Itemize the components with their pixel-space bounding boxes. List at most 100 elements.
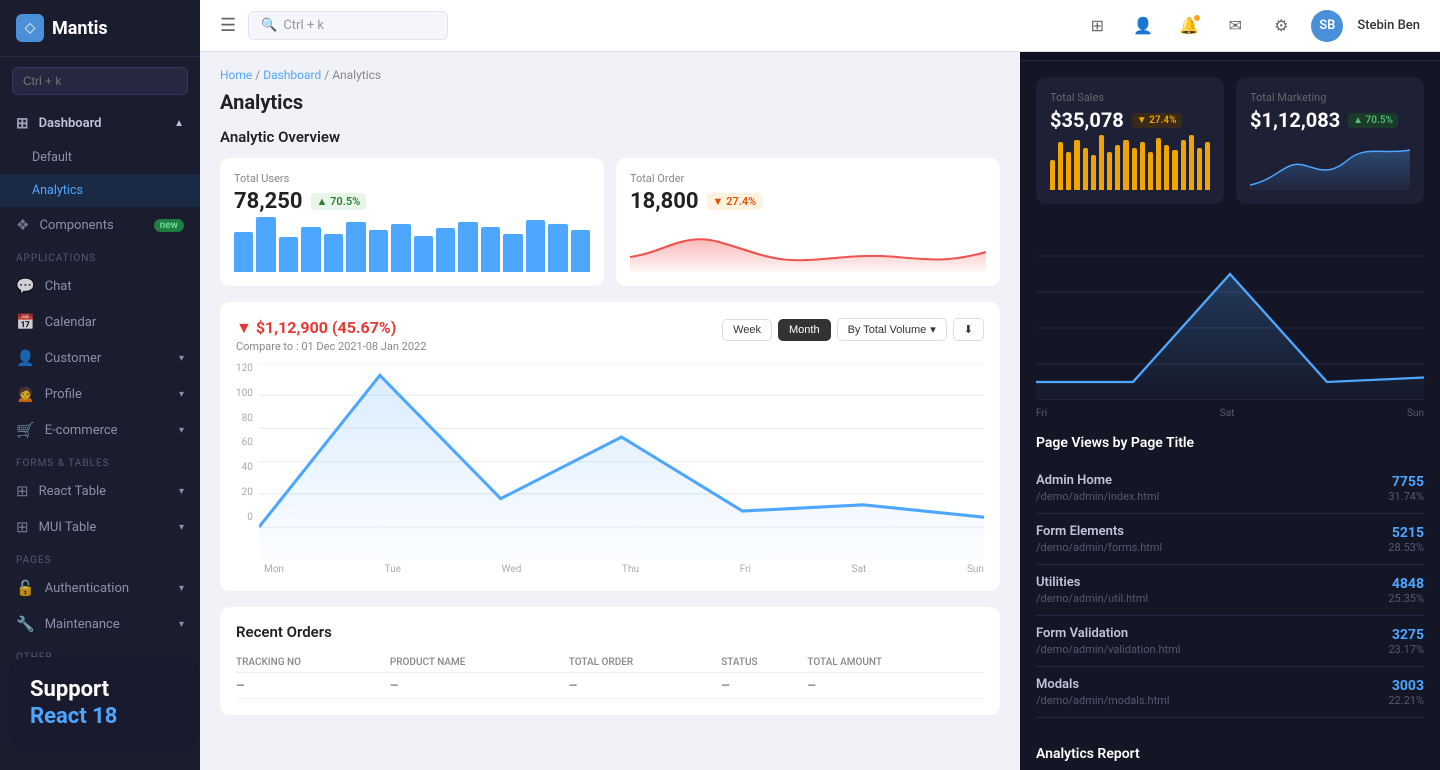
bar: [1091, 155, 1096, 190]
sidebar-item-authentication[interactable]: 🔓 Authentication ▾: [0, 570, 200, 606]
sidebar-item-default[interactable]: Default: [0, 141, 200, 174]
bar: [1074, 140, 1079, 190]
income-amount: ▼ $1,12,900 (45.67%): [236, 318, 426, 338]
sidebar-item-profile[interactable]: 🙍 Profile ▾: [0, 376, 200, 412]
download-button[interactable]: ⬇: [953, 318, 984, 341]
page-view-name: Utilities: [1036, 575, 1388, 590]
total-users-value: 78,250 ▲ 70.5%: [234, 189, 590, 214]
sidebar-item-ecommerce[interactable]: 🛒 E-commerce ▾: [0, 412, 200, 448]
bar: [1148, 152, 1153, 190]
section-applications: Applications: [0, 243, 200, 268]
page-view-name: Form Elements: [1036, 524, 1388, 539]
chevron-down-volume: ▾: [930, 323, 936, 336]
sidebar-item-calendar[interactable]: 📅 Calendar: [0, 304, 200, 340]
sidebar-customer-label: Customer: [45, 351, 102, 366]
bar: [1189, 135, 1194, 190]
apps-icon[interactable]: ⊞: [1081, 10, 1113, 42]
income-compare: Compare to : 01 Dec 2021-08 Jan 2022: [236, 340, 426, 353]
auth-icon: 🔓: [16, 579, 35, 597]
bar: [436, 228, 455, 272]
sidebar-item-react-table[interactable]: ⊞ React Table ▾: [0, 473, 200, 509]
profile-icon: 🙍: [16, 385, 35, 403]
mui-icon: ⊞: [16, 518, 29, 536]
breadcrumb: Home / Dashboard / Analytics: [220, 68, 1000, 82]
search-placeholder-text: Ctrl + k: [283, 18, 324, 33]
total-marketing-label: Total Marketing: [1250, 91, 1410, 104]
avatar[interactable]: SB: [1311, 10, 1343, 42]
total-users-label: Total Users: [234, 172, 590, 185]
week-button[interactable]: Week: [722, 319, 772, 341]
sidebar-mui-table-label: MUI Table: [39, 520, 97, 535]
page-view-count: 3003: [1388, 678, 1424, 694]
sidebar-item-components[interactable]: ❖ Components new: [0, 207, 200, 243]
volume-button[interactable]: By Total Volume ▾: [837, 318, 947, 341]
page-view-pct: 25.35%: [1388, 592, 1424, 605]
page-view-name: Admin Home: [1036, 473, 1388, 488]
analytics-report-title: Analytics Report: [1020, 734, 1440, 770]
chevron-down-icon-2: ▾: [179, 389, 184, 400]
sidebar-item-dashboard[interactable]: ⊞ Dashboard ▲: [0, 105, 200, 141]
mail-icon[interactable]: ✉: [1219, 10, 1251, 42]
col-tracking: TRACKING NO: [236, 653, 390, 673]
header-search[interactable]: 🔍 Ctrl + k: [248, 11, 448, 40]
profile-header-icon[interactable]: 👤: [1127, 10, 1159, 42]
dark-header: [1020, 52, 1440, 61]
settings-icon[interactable]: ⚙: [1265, 10, 1297, 42]
calendar-icon: 📅: [16, 313, 35, 331]
search-icon: 🔍: [261, 18, 277, 33]
chevron-down-icon-7: ▾: [179, 619, 184, 630]
sidebar-item-chat[interactable]: 💬 Chat: [0, 268, 200, 304]
section-pages: Pages: [0, 545, 200, 570]
breadcrumb-dashboard[interactable]: Dashboard: [263, 68, 321, 82]
page-view-info: Admin Home /demo/admin/index.html: [1036, 473, 1388, 503]
bar: [571, 230, 590, 272]
page-view-count: 4848: [1388, 576, 1424, 592]
bar: [481, 227, 500, 272]
orders-table: TRACKING NO PRODUCT NAME TOTAL ORDER STA…: [236, 653, 984, 699]
chevron-down-icon-4: ▾: [179, 486, 184, 497]
search-input[interactable]: [12, 67, 188, 95]
users-bar-chart: [234, 222, 590, 272]
sidebar-item-mui-table[interactable]: ⊞ MUI Table ▾: [0, 509, 200, 545]
page-views-list: Admin Home /demo/admin/index.html 7755 3…: [1036, 463, 1424, 718]
page-view-pct: 31.74%: [1388, 490, 1424, 503]
bar: [346, 222, 365, 272]
marketing-area-chart: [1250, 140, 1410, 190]
breadcrumb-home[interactable]: Home: [220, 68, 252, 82]
order-area-chart: [630, 222, 986, 272]
sidebar-profile-label: Profile: [45, 387, 82, 402]
header-left: ☰ 🔍 Ctrl + k: [220, 11, 448, 40]
sidebar-default-label: Default: [32, 150, 72, 165]
page-view-pct: 23.17%: [1388, 643, 1424, 656]
breadcrumb-current: Analytics: [332, 68, 381, 82]
dashboard-icon: ⊞: [16, 114, 29, 132]
page-view-info: Modals /demo/admin/modals.html: [1036, 677, 1388, 707]
sidebar-analytics-label: Analytics: [32, 183, 83, 198]
bar: [324, 234, 343, 272]
page-view-item: Admin Home /demo/admin/index.html 7755 3…: [1036, 463, 1424, 514]
col-product: PRODUCT NAME: [390, 653, 569, 673]
sidebar-chat-label: Chat: [45, 279, 72, 294]
stats-grid: Total Users 78,250 ▲ 70.5% Total Order 1…: [220, 158, 1000, 286]
income-line-chart: [259, 363, 984, 560]
page-view-info: Form Elements /demo/admin/forms.html: [1036, 524, 1388, 554]
sidebar-item-analytics[interactable]: Analytics: [0, 174, 200, 207]
hamburger-icon[interactable]: ☰: [220, 15, 236, 36]
logo-icon: ◇: [16, 14, 44, 42]
dark-income-chart: FriSatSun: [1020, 220, 1440, 435]
notification-icon[interactable]: 🔔: [1173, 10, 1205, 42]
page-view-item: Modals /demo/admin/modals.html 3003 22.2…: [1036, 667, 1424, 718]
page-view-url: /demo/admin/index.html: [1036, 490, 1388, 503]
components-badge: new: [154, 219, 184, 232]
sidebar-item-maintenance[interactable]: 🔧 Maintenance ▾: [0, 606, 200, 642]
total-sales-value: $35,078 ▼ 27.4%: [1050, 108, 1210, 132]
income-header: ▼ $1,12,900 (45.67%) Compare to : 01 Dec…: [236, 318, 984, 353]
sidebar-item-customer[interactable]: 👤 Customer ▾: [0, 340, 200, 376]
support-toast[interactable]: Support React 18: [10, 657, 198, 750]
bar: [1156, 138, 1161, 190]
support-toast-title: Support React 18: [30, 677, 178, 730]
page-view-item: Utilities /demo/admin/util.html 4848 25.…: [1036, 565, 1424, 616]
month-button[interactable]: Month: [778, 319, 831, 341]
bar: [391, 224, 410, 272]
page-view-name: Modals: [1036, 677, 1388, 692]
